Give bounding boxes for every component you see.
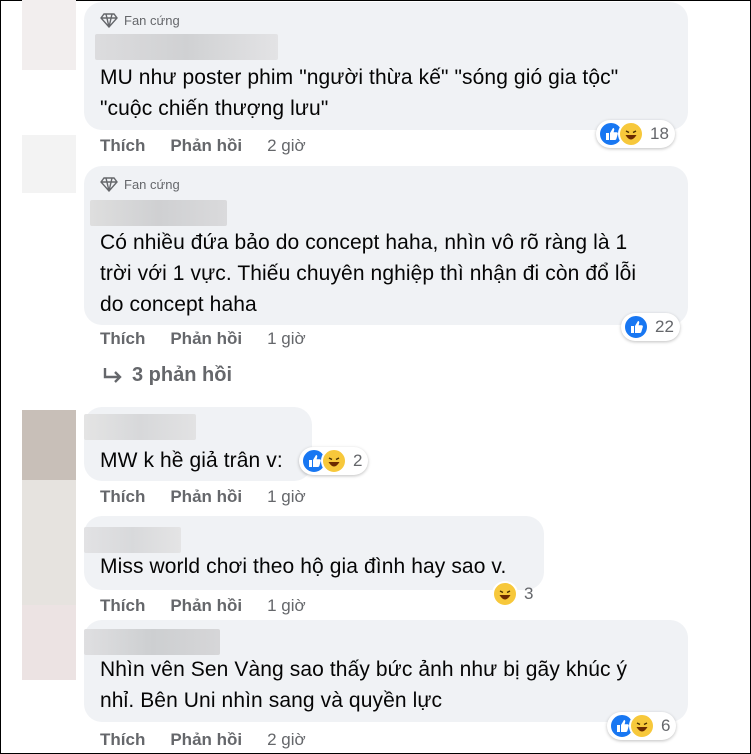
reaction-count: 2 [353,451,363,470]
commenter-name[interactable] [84,414,196,440]
replies-count-label: 3 phản hồi [132,364,232,386]
comment-time[interactable]: 2 giờ [267,136,306,156]
reaction-summary[interactable]: 22 [621,313,680,341]
avatar[interactable] [22,135,76,193]
commenter-name[interactable] [84,527,181,553]
haha-icon [629,713,655,739]
reaction-count: 22 [655,317,674,336]
avatar[interactable] [22,410,76,480]
diamond-icon [100,177,118,192]
reaction-summary[interactable]: 18 [596,120,675,148]
comment-text: Có nhiều đứa bảo do concept haha, nhìn v… [100,231,637,316]
reply-button[interactable]: Phản hồi [170,596,242,616]
fan-badge[interactable]: Fan cứng [100,177,180,192]
reaction-count: 18 [650,124,669,143]
reply-button[interactable]: Phản hồi [170,487,242,507]
like-button[interactable]: Thích [100,730,145,750]
comment-time[interactable]: 2 giờ [267,730,306,750]
comment-text: Miss world chơi theo hộ gia đình hay sao… [100,555,507,578]
comment-time[interactable]: 1 giờ [267,329,306,349]
like-button[interactable]: Thích [100,136,145,156]
diamond-icon [100,13,118,28]
reaction-summary[interactable]: 2 [299,447,369,475]
badge-label: Fan cứng [124,177,180,192]
comment-text: MW k hề giả trân v: [100,449,283,472]
view-replies-link[interactable]: 3 phản hồi [102,364,232,387]
like-button[interactable]: Thích [100,596,145,616]
reaction-count: 3 [524,584,534,603]
haha-icon [321,448,347,474]
reaction-count: 6 [661,716,671,735]
haha-icon [618,121,644,147]
like-icon [623,314,649,340]
avatar[interactable] [22,480,76,605]
like-button[interactable]: Thích [100,329,145,349]
like-button[interactable]: Thích [100,487,145,507]
avatar[interactable] [22,0,76,70]
comment-text: MU như poster phim "người thừa kế" "sóng… [100,66,619,120]
comment-text: Nhìn vên Sen Vàng sao thấy bức ảnh như b… [100,658,628,712]
reply-arrow-icon [103,367,122,383]
haha-icon [492,581,518,607]
reply-button[interactable]: Phản hồi [170,329,242,349]
commenter-name[interactable] [84,629,220,655]
badge-label: Fan cứng [124,13,180,28]
comment-time[interactable]: 1 giờ [267,487,306,507]
avatar[interactable] [22,605,76,680]
reply-button[interactable]: Phản hồi [170,730,242,750]
reply-button[interactable]: Phản hồi [170,136,242,156]
comment-time[interactable]: 1 giờ [267,596,306,616]
commenter-name[interactable] [90,200,227,226]
reaction-summary[interactable]: 3 [490,580,539,608]
fan-badge[interactable]: Fan cứng [100,13,180,28]
commenter-name[interactable] [95,34,278,60]
reaction-summary[interactable]: 6 [607,712,677,740]
